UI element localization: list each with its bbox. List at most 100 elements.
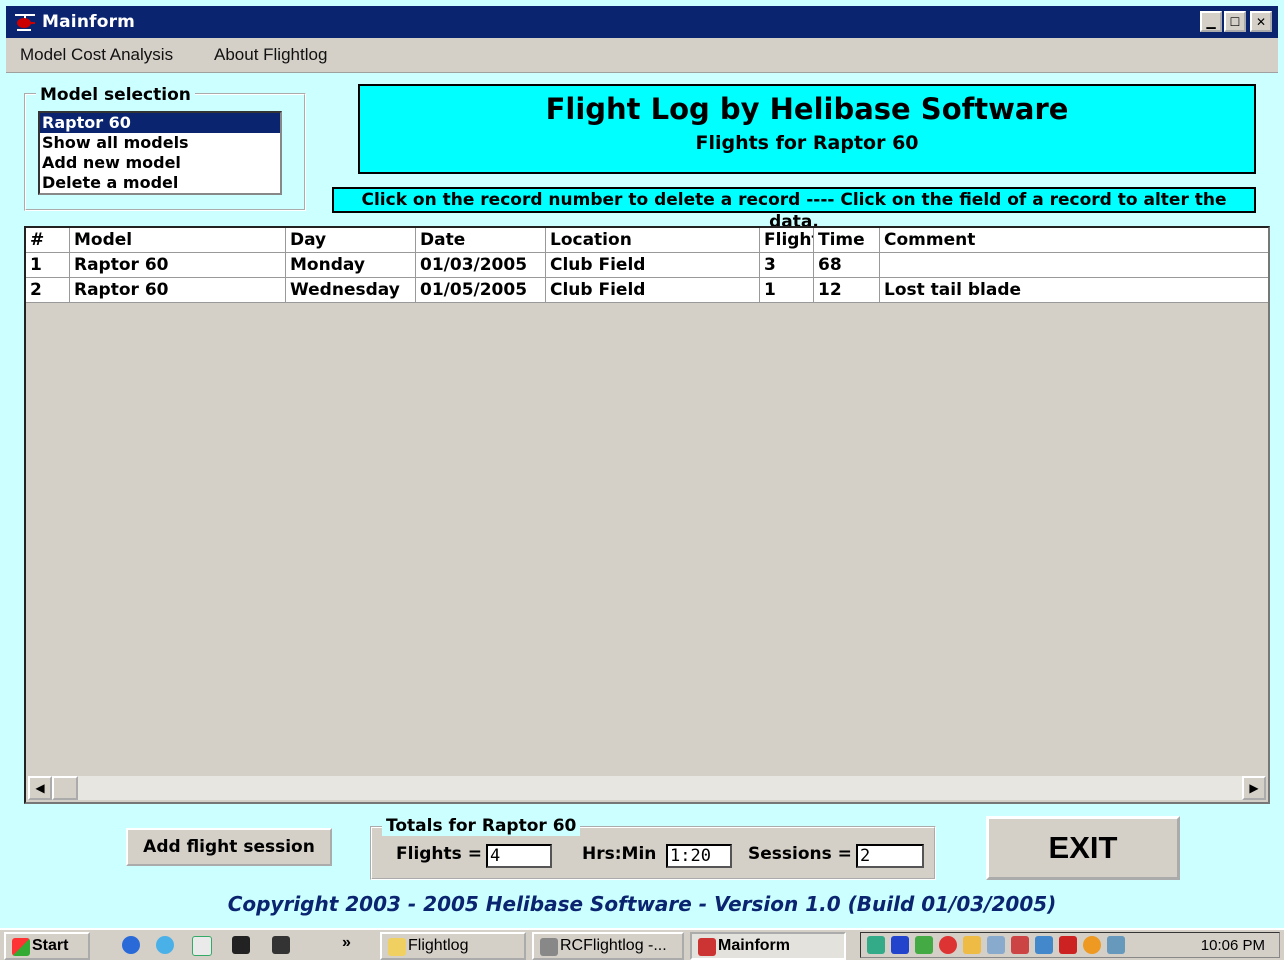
helicopter-icon <box>540 938 558 956</box>
close-icon: ✕ <box>1255 14 1267 29</box>
flight-grid[interactable]: # Model Day Date Location Flight Time Co… <box>24 226 1270 804</box>
security-icon[interactable] <box>1011 936 1029 954</box>
arrow-right-icon: ▶ <box>1249 781 1259 795</box>
task-label: RCFlightlog -... <box>560 937 667 954</box>
helicopter-app-icon <box>15 14 35 31</box>
cell-time[interactable]: 12 <box>814 278 880 302</box>
banner-title: Flight Log by Helibase Software <box>545 92 1069 126</box>
app-quicklaunch-icon[interactable] <box>232 936 250 954</box>
cell-day[interactable]: Monday <box>286 253 416 277</box>
network-icon[interactable] <box>867 936 885 954</box>
hrsmin-field[interactable]: 1:20 <box>666 844 732 868</box>
title-bar[interactable]: Mainform ▁ ☐ ✕ <box>6 6 1278 38</box>
internet-explorer-icon[interactable] <box>122 936 140 954</box>
model-option-show-all[interactable]: Show all models <box>40 133 280 153</box>
col-header-location[interactable]: Location <box>546 228 760 252</box>
hrsmin-label: Hrs:Min <box>582 844 657 864</box>
alert-icon[interactable] <box>1083 936 1101 954</box>
cell-flight[interactable]: 1 <box>760 278 814 302</box>
exit-button[interactable]: EXIT <box>986 816 1180 880</box>
app-quicklaunch-icon[interactable] <box>272 936 290 954</box>
model-option-add-new[interactable]: Add new model <box>40 153 280 173</box>
windows-logo-icon <box>12 938 30 956</box>
arrow-left-icon: ◀ <box>35 781 45 795</box>
cell-location[interactable]: Club Field <box>546 278 760 302</box>
minimize-button[interactable]: ▁ <box>1200 11 1222 32</box>
menu-bar: Model Cost Analysis About Flightlog <box>6 38 1278 73</box>
quicklaunch-more-icon[interactable]: » <box>342 934 351 952</box>
task-mainform[interactable]: Mainform <box>690 932 846 960</box>
cell-location[interactable]: Club Field <box>546 253 760 277</box>
menu-model-cost-analysis[interactable]: Model Cost Analysis <box>20 45 173 65</box>
task-rcflightlog[interactable]: RCFlightlog -... <box>532 932 684 960</box>
cell-time[interactable]: 68 <box>814 253 880 277</box>
task-label: Flightlog <box>408 937 469 954</box>
clock: 10:06 PM <box>1200 937 1265 954</box>
add-flight-session-button[interactable]: Add flight session <box>126 828 332 866</box>
scroll-thumb[interactable] <box>52 776 78 800</box>
cell-model[interactable]: Raptor 60 <box>70 253 286 277</box>
cell-number[interactable]: 1 <box>26 253 70 277</box>
task-label: Mainform <box>718 937 790 954</box>
copyright-text: Copyright 2003 - 2005 Helibase Software … <box>227 892 1057 916</box>
menu-about-flightlog[interactable]: About Flightlog <box>214 45 327 65</box>
cell-comment[interactable]: Lost tail blade <box>880 278 1268 302</box>
sessions-field[interactable]: 2 <box>856 844 924 868</box>
taskbar: Start » Flightlog RCFlightlog -... Mainf… <box>0 928 1284 960</box>
model-option-raptor-60[interactable]: Raptor 60 <box>40 113 280 133</box>
totals-legend: Totals for Raptor 60 <box>382 816 581 836</box>
cell-comment[interactable] <box>880 253 1268 277</box>
instruction-text: Click on the record number to delete a r… <box>332 187 1256 232</box>
cell-model[interactable]: Raptor 60 <box>70 278 286 302</box>
minimize-icon: ▁ <box>1206 14 1216 29</box>
scroll-left-button[interactable]: ◀ <box>28 776 52 800</box>
zonealarm-icon[interactable] <box>1059 936 1077 954</box>
header-banner: Flight Log by Helibase Software Flights … <box>358 84 1256 174</box>
col-header-comment[interactable]: Comment <box>880 228 1268 252</box>
maximize-icon: ☐ <box>1229 14 1241 29</box>
col-header-time[interactable]: Time <box>814 228 880 252</box>
model-selection-legend: Model selection <box>36 85 195 105</box>
cell-number[interactable]: 2 <box>26 278 70 302</box>
start-label: Start <box>32 937 69 954</box>
cell-day[interactable]: Wednesday <box>286 278 416 302</box>
speaker-icon[interactable] <box>963 936 981 954</box>
grid-header-row: # Model Day Date Location Flight Time Co… <box>26 228 1268 253</box>
folder-icon <box>388 938 406 956</box>
model-option-delete[interactable]: Delete a model <box>40 173 280 193</box>
main-window: Mainform ▁ ☐ ✕ Model Cost Analysis About… <box>0 0 1284 928</box>
flights-field[interactable]: 4 <box>486 844 552 868</box>
flag-icon[interactable] <box>891 936 909 954</box>
model-listbox[interactable]: Raptor 60 Show all models Add new model … <box>38 111 282 195</box>
table-row[interactable]: 2 Raptor 60 Wednesday 01/05/2005 Club Fi… <box>26 278 1268 303</box>
start-button[interactable]: Start <box>4 932 90 960</box>
cell-date[interactable]: 01/03/2005 <box>416 253 546 277</box>
col-header-model[interactable]: Model <box>70 228 286 252</box>
close-button[interactable]: ✕ <box>1250 11 1272 32</box>
cell-date[interactable]: 01/05/2005 <box>416 278 546 302</box>
sync-icon[interactable] <box>915 936 933 954</box>
col-header-date[interactable]: Date <box>416 228 546 252</box>
browser-icon[interactable] <box>156 936 174 954</box>
table-row[interactable]: 1 Raptor 60 Monday 01/03/2005 Club Field… <box>26 253 1268 278</box>
col-header-day[interactable]: Day <box>286 228 416 252</box>
scroll-right-button[interactable]: ▶ <box>1242 776 1266 800</box>
maximize-button[interactable]: ☐ <box>1224 11 1246 32</box>
col-header-flight[interactable]: Flight <box>760 228 814 252</box>
totals-frame: Totals for Raptor 60 Flights = 4 Hrs:Min… <box>370 816 936 880</box>
col-header-number[interactable]: # <box>26 228 70 252</box>
document-icon[interactable] <box>192 936 212 956</box>
antivirus-icon[interactable] <box>939 936 957 954</box>
monitor-icon[interactable] <box>1035 936 1053 954</box>
system-tray: 10:06 PM <box>860 932 1280 958</box>
display-icon[interactable] <box>987 936 1005 954</box>
window-title: Mainform <box>42 12 136 32</box>
horizontal-scrollbar[interactable]: ◀ ▶ <box>28 776 1266 800</box>
banner-subtitle: Flights for Raptor 60 <box>695 132 919 154</box>
flights-label: Flights = <box>396 844 482 864</box>
helicopter-icon <box>698 938 716 956</box>
printer-icon[interactable] <box>1107 936 1125 954</box>
task-flightlog[interactable]: Flightlog <box>380 932 526 960</box>
sessions-label: Sessions = <box>748 844 852 864</box>
cell-flight[interactable]: 3 <box>760 253 814 277</box>
